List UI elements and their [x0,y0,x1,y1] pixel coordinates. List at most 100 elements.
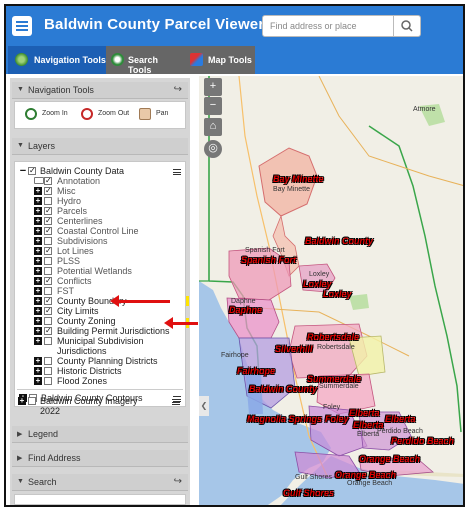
jurisdiction-label: Bay Minette [273,174,324,184]
layer-checkbox[interactable] [44,257,52,265]
expand-icon[interactable]: + [34,247,42,255]
layer-checkbox[interactable] [44,237,52,245]
expand-icon[interactable]: + [34,337,42,345]
layer-label: 2022 [40,406,61,416]
expand-icon[interactable]: + [34,187,42,195]
layer-menu-icon[interactable] [172,399,180,405]
layer-checkbox[interactable] [44,287,52,295]
jurisdiction-label: Summerdale [307,374,362,384]
legend-header[interactable]: ▶ Legend [12,426,188,443]
layer-checkbox[interactable] [44,357,52,365]
layer-checkbox[interactable]: ✓ [28,167,36,175]
layers-header[interactable]: ▼ Layers [12,138,188,155]
layer-checkbox[interactable] [28,397,36,405]
layer-menu-icon[interactable] [173,169,181,175]
layer-checkbox[interactable]: ✓ [44,187,52,195]
pan-label: Pan [156,110,169,117]
divider [17,389,183,390]
layer-checkbox[interactable] [44,337,52,345]
layer-baldwin-county-imagery[interactable]: + Baldwin County Imagery [18,396,182,406]
tab-map-tools[interactable]: Map Tools [183,46,255,74]
menu-icon[interactable] [12,16,32,36]
layer-checkbox[interactable]: ✓ [44,227,52,235]
layer-checkbox[interactable] [44,267,52,275]
layer-checkbox[interactable]: ✓ [44,217,52,225]
zoom-in-label: Zoom In [42,110,68,117]
expand-icon[interactable]: + [34,367,42,375]
expand-icon[interactable]: + [34,227,42,235]
jurisdiction-label: Daphne [229,305,263,315]
layer-checkbox[interactable]: ✓ [44,297,52,305]
address-search-input[interactable]: Find address or place [262,15,394,37]
place-label: Robertsdale [317,344,355,351]
home-icon[interactable]: ⌂ [204,118,222,136]
expand-icon[interactable]: + [34,327,42,335]
layer-label: Baldwin County Imagery [40,396,138,406]
layer-checkbox[interactable] [44,367,52,375]
chevron-right-icon: ▶ [17,431,23,438]
collapse-icon[interactable]: − [19,166,27,177]
layer-checkbox[interactable] [44,377,52,385]
expand-icon[interactable]: + [34,277,42,285]
collapse-panel-tab[interactable]: ❮ [199,396,209,416]
place-label: Orange Beach [347,480,393,487]
jurisdiction-label: Loxley [303,279,332,289]
layer-label: Annotation [57,176,101,186]
zoom-out-map-button[interactable]: − [204,97,222,115]
navigation-tools-header[interactable]: ▼ Navigation Tools ↪ [12,82,188,99]
expand-icon[interactable]: + [34,297,42,305]
place-label: Foley [323,404,341,411]
layer-checkbox[interactable] [44,197,52,205]
find-address-header[interactable]: ▶ Find Address [12,450,188,467]
layer-label: Historic Districts [57,366,122,376]
tab-navigation-tools[interactable]: Navigation Tools [8,46,106,74]
expand-icon[interactable]: + [34,307,42,315]
search-button[interactable] [393,15,421,37]
layer-label: Misc [57,186,76,196]
expand-icon[interactable]: + [34,357,42,365]
jurisdiction-label: Robertsdale [307,332,360,342]
expand-icon[interactable]: + [18,397,26,405]
expand-icon[interactable]: + [34,207,42,215]
layer-label: Hydro [57,196,82,206]
layer-checkbox[interactable] [44,317,52,325]
place-label: Daphne [231,298,256,305]
share-icon[interactable]: ↪ [174,476,182,487]
locate-icon[interactable]: ◎ [204,140,222,158]
map-tools-icon [190,53,203,66]
layer-checkbox[interactable]: ✓ [44,327,52,335]
layer-label: County Zoning [57,316,116,326]
expand-icon[interactable]: + [34,267,42,275]
chevron-down-icon: ▼ [17,478,24,485]
search-header[interactable]: ▼ Search ↪ [12,474,188,491]
jurisdiction-label: Loxley [323,289,352,299]
place-label: Gulf Shores [295,474,332,481]
layer-checkbox[interactable]: ✓ [44,207,52,215]
share-icon[interactable]: ↪ [174,84,182,95]
place-label: Elberta [357,431,380,438]
section-title: Search [28,477,57,487]
expand-icon[interactable]: + [34,197,42,205]
map-view[interactable]: + − ⌂ ◎ ❮ Atmore Bay Minette Spanish For… [199,76,463,505]
expand-icon[interactable]: + [34,377,42,385]
layer-label: Building Permit Jurisdictions [57,326,170,336]
layer-label: Municipal Subdivision [57,336,144,346]
zoom-in-map-button[interactable]: + [204,78,222,96]
place-label: Bay Minette [273,186,310,193]
layer-checkbox[interactable]: ✓ [44,177,52,185]
expand-icon[interactable]: + [34,257,42,265]
expand-icon[interactable]: + [34,287,42,295]
section-title: Layers [28,141,56,151]
expand-icon[interactable]: + [34,237,42,245]
tab-search-tools[interactable]: Search Tools [106,46,183,75]
jurisdiction-label: Gulf Shores [283,488,335,498]
expand-icon[interactable]: + [34,217,42,225]
layer-checkbox[interactable]: ✓ [44,277,52,285]
jurisdiction-label: Elberta [353,420,384,430]
layer-group-baldwin-county-data[interactable]: − ✓ Baldwin County Data [19,166,183,177]
layer-checkbox[interactable]: ✓ [44,307,52,315]
expand-icon[interactable]: + [34,317,42,325]
place-label: Fairhope [221,352,249,359]
jurisdiction-label: Foley [325,414,349,424]
layer-checkbox[interactable]: ✓ [44,247,52,255]
